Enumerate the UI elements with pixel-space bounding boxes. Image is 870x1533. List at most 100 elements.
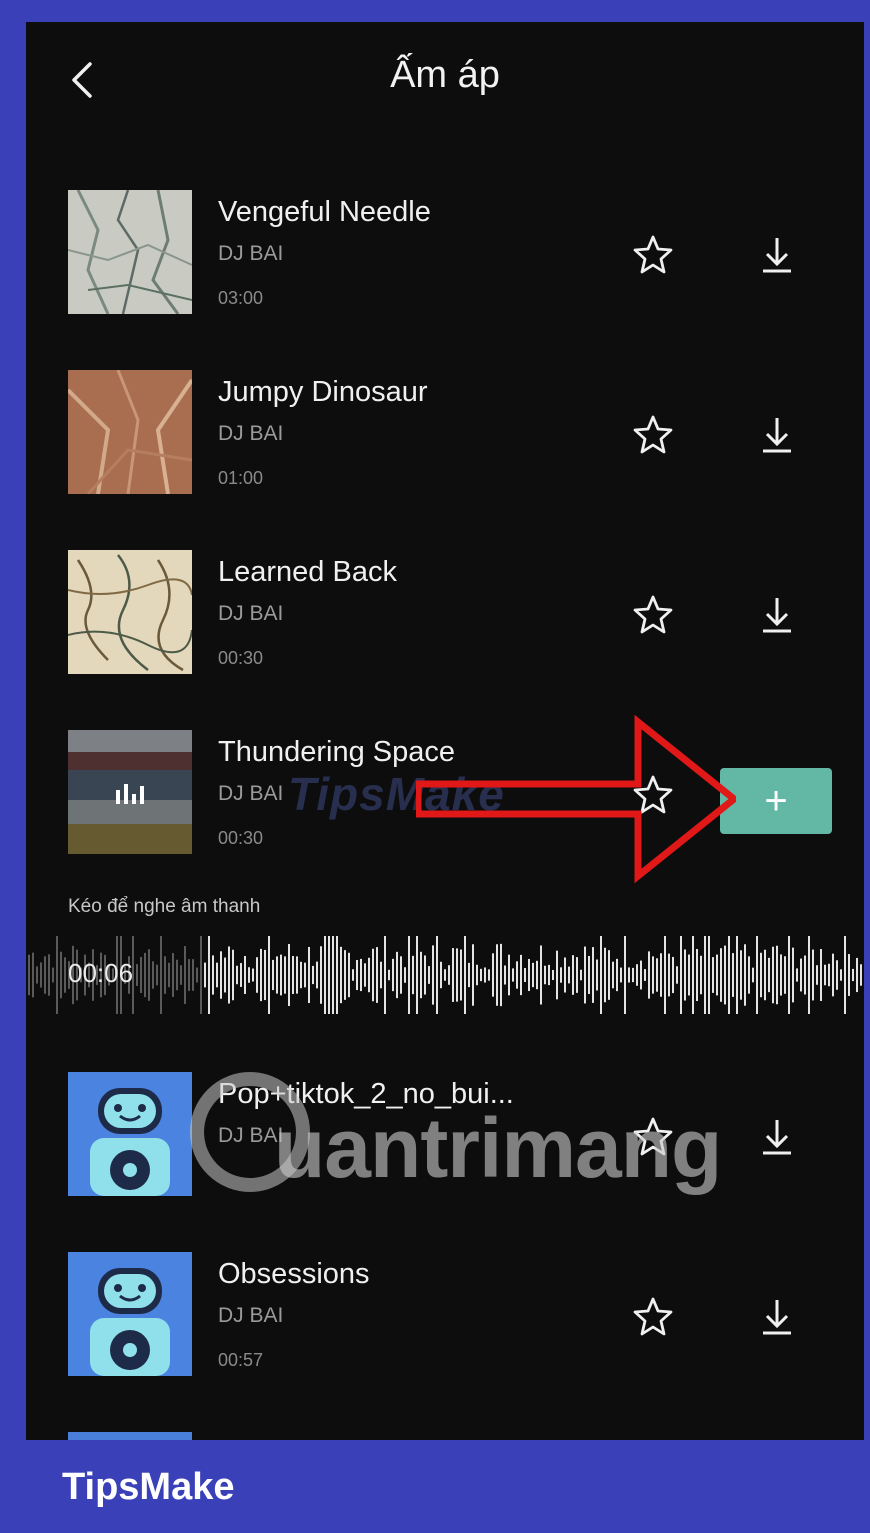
waveform-bar	[644, 969, 646, 981]
waveform-bar	[292, 956, 294, 994]
waveform-bar	[316, 961, 318, 989]
waveform-bar	[220, 951, 222, 999]
favorite-button[interactable]	[630, 1294, 676, 1340]
waveform-bar	[620, 967, 622, 983]
track-item[interactable]: Obsessions DJ BAI 00:57	[26, 1252, 864, 1382]
track-duration: 00:57	[218, 1350, 264, 1370]
annotation-arrow	[416, 714, 736, 884]
waveform-bar	[748, 956, 750, 994]
waveform-bar	[460, 949, 462, 1001]
download-button[interactable]	[754, 1294, 800, 1340]
waveform-bar	[32, 952, 34, 998]
waveform-bar	[540, 945, 542, 1005]
track-item[interactable]: Learned Back DJ BAI 00:30	[26, 550, 864, 680]
waveform-bar	[744, 944, 746, 1006]
waveform-bar	[544, 965, 546, 985]
waveform-bar	[172, 953, 174, 997]
waveform-bar	[664, 936, 666, 1014]
waveform-bar	[768, 957, 770, 993]
download-icon	[763, 418, 791, 453]
waveform-bar	[144, 952, 146, 998]
waveform-bar	[468, 962, 470, 988]
waveform-bar	[612, 961, 614, 989]
waveform-bar	[720, 948, 722, 1002]
waveform-bar	[580, 969, 582, 981]
waveform-bar	[28, 954, 30, 996]
waveform-bar	[176, 959, 178, 991]
waveform-bar	[848, 954, 850, 996]
waveform-bar	[236, 965, 238, 985]
waveform-bar	[160, 936, 162, 1014]
favorite-button[interactable]	[630, 592, 676, 638]
waveform-bar	[680, 936, 682, 1014]
waveform-bar	[360, 958, 362, 992]
waveform-bar	[308, 946, 310, 1004]
waveform-bar	[424, 955, 426, 995]
waveform-bar	[708, 936, 710, 1014]
track-cover	[68, 1072, 192, 1196]
star-outline-icon	[633, 595, 673, 634]
waveform-bar	[448, 965, 450, 985]
waveform-bar	[188, 959, 190, 991]
waveform-bar	[352, 969, 354, 981]
waveform-bar	[300, 961, 302, 989]
track-cover	[68, 190, 192, 314]
waveform-bar	[604, 947, 606, 1003]
waveform-bar	[36, 966, 38, 984]
waveform-bar	[716, 954, 718, 996]
track-title: Vengeful Needle	[218, 196, 431, 228]
waveform-bar	[248, 967, 250, 983]
download-button[interactable]	[754, 1114, 800, 1160]
waveform-bar	[684, 949, 686, 1001]
add-track-button[interactable]: +	[720, 768, 832, 834]
waveform-bar	[288, 944, 290, 1006]
waveform-bar	[712, 957, 714, 993]
track-item[interactable]: Vengeful Needle DJ BAI 03:00	[26, 190, 864, 320]
waveform-bar	[64, 957, 66, 993]
waveform-bar	[704, 936, 706, 1014]
waveform-bar	[588, 956, 590, 994]
waveform-bar	[256, 957, 258, 993]
waveform-bar	[584, 946, 586, 1004]
track-cover	[68, 370, 192, 494]
waveform-bar	[520, 954, 522, 996]
waveform-bar	[164, 956, 166, 994]
waveform-bar	[740, 950, 742, 1000]
waveform-bar	[268, 936, 270, 1014]
waveform-bar	[224, 957, 226, 993]
waveform-bar	[332, 936, 334, 1014]
waveform-bar	[860, 964, 862, 986]
download-button[interactable]	[754, 592, 800, 638]
waveform-bar	[676, 966, 678, 984]
star-outline-icon	[633, 415, 673, 454]
waveform-bar	[472, 944, 474, 1006]
download-button[interactable]	[754, 232, 800, 278]
download-icon	[763, 1300, 791, 1335]
waveform-bar	[772, 946, 774, 1004]
waveform-bar	[320, 946, 322, 1004]
waveform-bar	[232, 949, 234, 1001]
waveform-bar	[200, 936, 202, 1014]
waveform-bar	[524, 968, 526, 982]
waveform-bar	[532, 962, 534, 988]
waveform-bar	[392, 958, 394, 992]
waveform-bar	[276, 956, 278, 994]
waveform-bar	[208, 936, 210, 1014]
track-cover	[68, 730, 192, 854]
waveform-bar	[736, 936, 738, 1014]
footer-brand: TipsMake	[62, 1466, 235, 1508]
waveform-bar	[480, 968, 482, 982]
waveform-bar	[476, 964, 478, 986]
waveform-bar	[600, 936, 602, 1014]
waveform-bar	[152, 961, 154, 989]
favorite-button[interactable]	[630, 412, 676, 458]
waveform-bar	[328, 936, 330, 1014]
favorite-button[interactable]	[630, 232, 676, 278]
waveform-bar	[536, 960, 538, 990]
waveform-bar	[816, 965, 818, 985]
waveform-bar	[416, 936, 418, 1014]
download-button[interactable]	[754, 412, 800, 458]
waveform-scrubber[interactable]	[26, 932, 864, 1018]
track-item[interactable]: Jumpy Dinosaur DJ BAI 01:00	[26, 370, 864, 500]
track-title: Jumpy Dinosaur	[218, 376, 428, 408]
